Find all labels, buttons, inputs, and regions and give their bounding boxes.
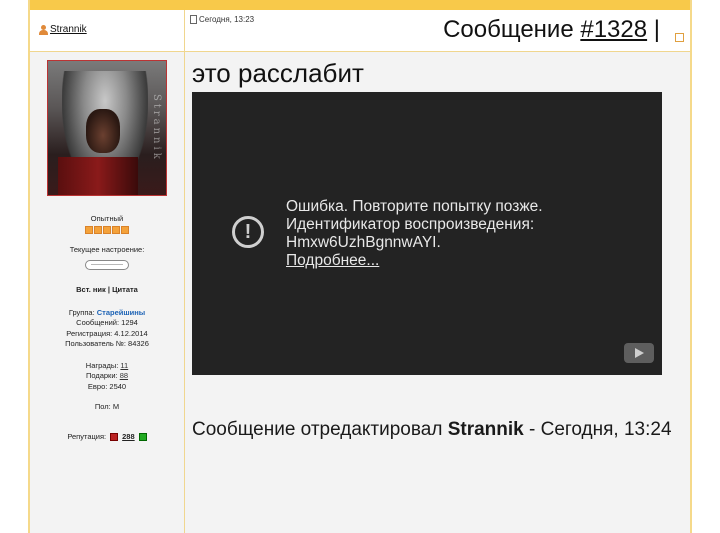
awards-block: Награды: 11 Подарки: 88 Евро: 2540 [30,361,184,393]
user-icon [38,24,48,35]
post-frame: Strannik Сегодня, 13:23 Сообщение #1328 … [28,0,692,533]
group-label: Группа: [68,308,97,317]
error-line-2: Идентификатор воспроизведения: [286,216,535,233]
mood-select[interactable]: ---------------- [85,260,129,270]
edited-prefix: Сообщение отредактировал [192,419,448,440]
star-icon [94,226,102,234]
star-icon [85,226,93,234]
mood-label: Текущее настроение: [69,245,145,254]
registration-date: Регистрация: 4.12.2014 [66,328,148,338]
column-divider [184,10,185,533]
rank-stars [30,226,184,234]
user-info: Группа: Старейшины Сообщений: 1294 Регис… [30,308,184,350]
select-post-checkbox[interactable] [675,33,684,42]
user-number: Пользователь №: 84326 [65,339,149,349]
gifts-link[interactable]: 88 [120,371,128,380]
nick-quote-links: Вст. ник | Цитата [30,285,184,294]
quote-link[interactable]: Цитата [112,285,138,294]
edited-note: Сообщение отредактировал Strannik - Сего… [192,412,672,448]
document-icon [190,15,197,24]
star-icon [121,226,129,234]
reputation-label: Репутация: [67,432,107,442]
reputation-plus-icon[interactable] [138,432,147,441]
user-rank: Опытный [90,214,124,223]
post-content: это расслабит ! Ошибка. Повторите попытк… [192,52,682,440]
message-number-link[interactable]: #1328 [580,16,647,43]
post-date-text: Сегодня, 13:23 [199,15,255,24]
euro-balance: Евро: 2540 [87,381,127,391]
message-count: Сообщений: 1294 [76,318,138,328]
avatar: Strannik [47,60,167,196]
error-line-3: Hmxw6UzhBgnnwAYI. [286,234,441,251]
avatar-signature: Strannik [151,94,162,162]
gender: Пол: М [94,402,120,412]
top-bar [30,0,690,10]
user-sidebar: Strannik Опытный Текущее настроение: ---… [30,52,184,441]
gifts-label: Подарки: [85,371,120,381]
message-title-suffix: | [647,16,660,43]
username: Strannik [50,24,87,35]
post-header: Strannik Сегодня, 13:23 Сообщение #1328 … [30,10,690,52]
group-link[interactable]: Старейшины [97,308,145,317]
insert-nick-link[interactable]: Вст. ник [76,285,106,294]
edited-time: - Сегодня, 13:24 [523,419,672,440]
error-line-1: Ошибка. Повторите попытку позже. [286,198,543,215]
reputation-value[interactable]: 288 [122,432,135,441]
more-info-link[interactable]: Подробнее... [286,252,543,270]
edited-user: Strannik [447,419,524,440]
star-icon [112,226,120,234]
error-message: Ошибка. Повторите попытку позже. Идентиф… [286,198,543,270]
error-icon: ! [232,216,264,248]
post-text: это расслабит [192,58,364,88]
message-title-prefix: Сообщение [443,16,581,43]
star-icon [103,226,111,234]
awards-link[interactable]: 11 [120,361,128,370]
username-link[interactable]: Strannik [38,24,87,35]
youtube-embed[interactable]: ! Ошибка. Повторите попытку позже. Идент… [192,92,662,375]
youtube-logo-icon[interactable] [624,343,654,363]
post-date: Сегодня, 13:23 [190,15,254,24]
awards-label: Награды: [85,360,121,370]
reputation-row: Репутация: 288 [30,432,184,441]
message-title: Сообщение #1328 | [443,16,660,44]
reputation-minus-icon[interactable] [110,432,119,441]
